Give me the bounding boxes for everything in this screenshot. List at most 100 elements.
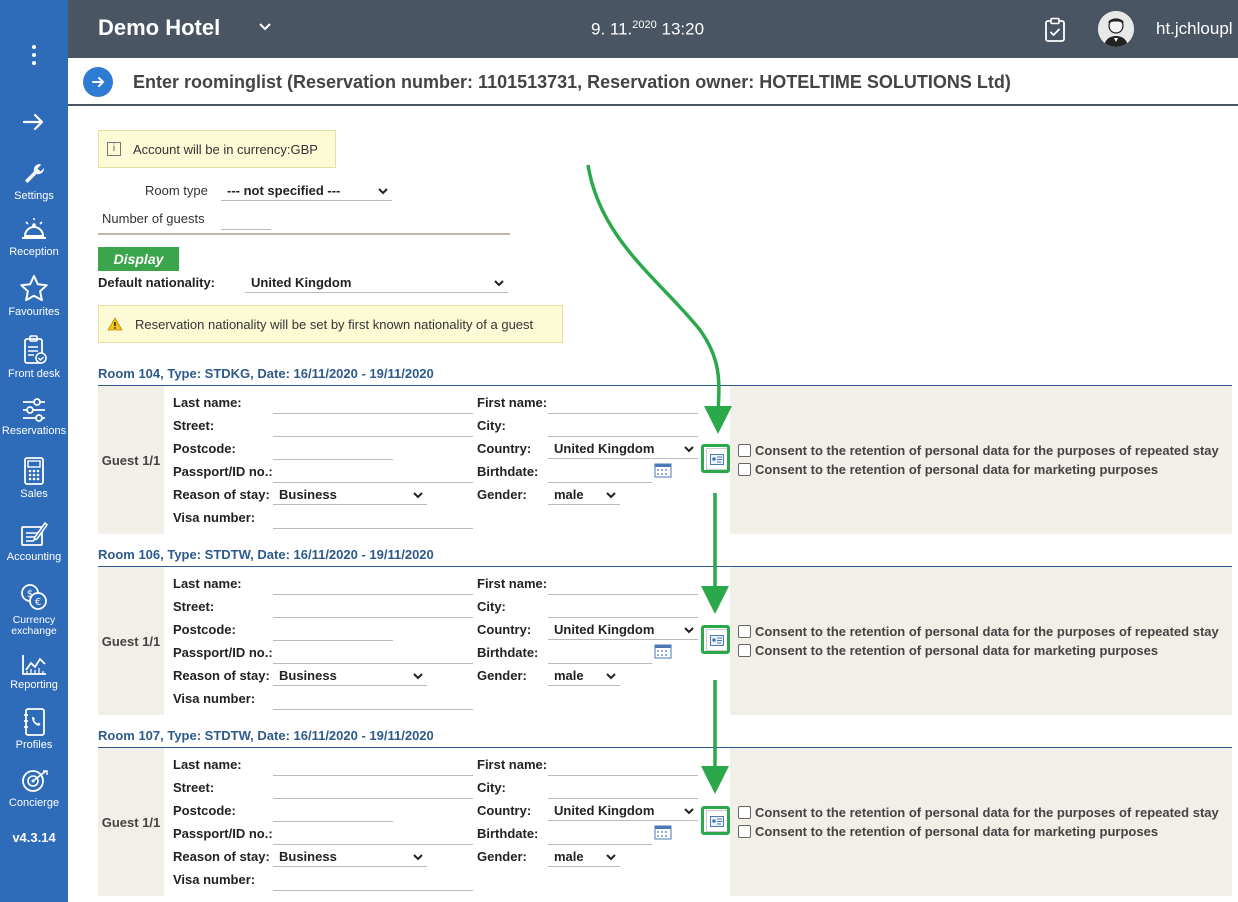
visa-input[interactable] xyxy=(273,873,473,891)
page-title-bar: Enter roominglist (Reservation number: 1… xyxy=(68,58,1238,106)
expand-arrow-icon[interactable] xyxy=(20,108,48,136)
last-name-label: Last name: xyxy=(173,757,242,772)
reason-select[interactable]: Business xyxy=(273,666,427,686)
postcode-input[interactable] xyxy=(273,623,393,641)
country-select[interactable]: United Kingdom xyxy=(548,620,698,640)
consent-marketing[interactable]: Consent to the retention of personal dat… xyxy=(738,824,1158,839)
checkbox[interactable] xyxy=(738,806,751,819)
display-button[interactable]: Display xyxy=(98,247,179,271)
highlight-box xyxy=(701,444,730,473)
sidebar-item-sales[interactable]: Sales xyxy=(0,456,68,500)
sidebar-item-favourites[interactable]: Favourites xyxy=(0,274,68,318)
gender-select[interactable]: male xyxy=(548,485,620,505)
guest-form: Last name: Street: Postcode: Passport/ID… xyxy=(164,748,730,896)
country-label: Country: xyxy=(477,622,532,637)
room-block: Guest 1/1 Last name: Street: Postcode: P… xyxy=(98,747,1232,896)
last-name-input[interactable] xyxy=(273,396,473,414)
consent-marketing[interactable]: Consent to the retention of personal dat… xyxy=(738,643,1158,658)
sidebar-item-accounting[interactable]: Accounting xyxy=(0,519,68,563)
sidebar-item-settings[interactable]: Settings xyxy=(0,160,68,202)
birthdate-input[interactable] xyxy=(548,465,652,483)
consent-repeated-stay[interactable]: Consent to the retention of personal dat… xyxy=(738,443,1219,458)
checkbox[interactable] xyxy=(738,644,751,657)
guest-label: Guest 1/1 xyxy=(101,814,161,830)
city-input[interactable] xyxy=(548,419,698,437)
calendar-icon[interactable] xyxy=(654,462,672,483)
page-title: Enter roominglist (Reservation number: 1… xyxy=(133,72,1011,92)
last-name-input[interactable] xyxy=(273,758,473,776)
visa-input[interactable] xyxy=(273,511,473,529)
highlight-box xyxy=(701,625,730,654)
consent-marketing[interactable]: Consent to the retention of personal dat… xyxy=(738,462,1158,477)
reason-label: Reason of stay: xyxy=(173,487,270,502)
city-input[interactable] xyxy=(548,600,698,618)
first-name-input[interactable] xyxy=(548,396,698,414)
street-label: Street: xyxy=(173,599,215,614)
visa-input[interactable] xyxy=(273,692,473,710)
first-name-input[interactable] xyxy=(548,758,698,776)
postcode-input[interactable] xyxy=(273,804,393,822)
arrow-right-icon[interactable] xyxy=(83,67,113,97)
checkbox[interactable] xyxy=(738,463,751,476)
concierge-icon xyxy=(22,770,48,792)
birthdate-input[interactable] xyxy=(548,827,652,845)
currency-info-box: i Account will be in currency:GBP xyxy=(98,130,336,168)
room-header: Room 104, Type: STDKG, Date: 16/11/2020 … xyxy=(98,366,434,381)
gender-select[interactable]: male xyxy=(548,666,620,686)
sidebar-item-label: Reporting xyxy=(10,679,58,691)
default-nationality-select[interactable]: United Kingdom xyxy=(245,273,508,293)
city-input[interactable] xyxy=(548,781,698,799)
star-icon xyxy=(20,275,48,302)
sidebar-item-label: Reception xyxy=(9,246,59,258)
country-select[interactable]: United Kingdom xyxy=(548,801,698,821)
passport-input[interactable] xyxy=(273,827,473,845)
checkbox[interactable] xyxy=(738,444,751,457)
street-input[interactable] xyxy=(273,600,473,618)
app-version: v4.3.14 xyxy=(12,830,56,845)
sidebar-item-currency-exchange[interactable]: $ € Currency exchange xyxy=(0,582,68,637)
country-select[interactable]: United Kingdom xyxy=(548,439,698,459)
sidebar-item-reporting[interactable]: Reporting xyxy=(0,653,68,691)
checkbox[interactable] xyxy=(738,625,751,638)
reason-select[interactable]: Business xyxy=(273,485,427,505)
reason-label: Reason of stay: xyxy=(173,668,270,683)
default-nationality-label: Default nationality: xyxy=(98,275,216,290)
last-name-input[interactable] xyxy=(273,577,473,595)
sidebar-item-concierge[interactable]: Concierge xyxy=(0,767,68,809)
postcode-input[interactable] xyxy=(273,442,393,460)
street-input[interactable] xyxy=(273,419,473,437)
task-clipboard-icon[interactable] xyxy=(1044,17,1066,43)
birthdate-input[interactable] xyxy=(548,646,652,664)
chevron-down-icon[interactable] xyxy=(258,20,272,34)
hotel-name[interactable]: Demo Hotel xyxy=(98,15,220,41)
more-menu-icon[interactable] xyxy=(26,42,42,72)
street-label: Street: xyxy=(173,780,215,795)
top-bar: Demo Hotel 9. 11.2020 13:20 ht.jchloupl xyxy=(68,0,1238,58)
consent-repeated-stay[interactable]: Consent to the retention of personal dat… xyxy=(738,805,1219,820)
sidebar-item-label: Sales xyxy=(20,488,48,500)
sidebar-item-label: Settings xyxy=(14,190,54,202)
sidebar-item-reservations[interactable]: Reservations xyxy=(0,397,68,437)
nationality-warning-box: Reservation nationality will be set by f… xyxy=(98,305,563,343)
calendar-icon[interactable] xyxy=(654,824,672,845)
checkbox[interactable] xyxy=(738,825,751,838)
avatar[interactable] xyxy=(1098,11,1134,47)
gender-select[interactable]: male xyxy=(548,847,620,867)
birthdate-label: Birthdate: xyxy=(477,464,539,479)
sidebar-item-label: Front desk xyxy=(8,368,60,380)
calendar-icon[interactable] xyxy=(654,643,672,664)
user-name[interactable]: ht.jchloupl xyxy=(1156,19,1233,39)
sidebar-item-profiles[interactable]: Profiles xyxy=(0,707,68,751)
sidebar-item-reception[interactable]: Reception xyxy=(0,216,68,258)
first-name-input[interactable] xyxy=(548,577,698,595)
passport-input[interactable] xyxy=(273,646,473,664)
sidebar: Settings Reception Favourites Front desk… xyxy=(0,0,68,902)
street-input[interactable] xyxy=(273,781,473,799)
guests-input[interactable] xyxy=(221,212,271,230)
room-type-select[interactable]: --- not specified --- xyxy=(221,181,392,201)
sidebar-item-front-desk[interactable]: Front desk xyxy=(0,334,68,380)
reason-select[interactable]: Business xyxy=(273,847,427,867)
passport-input[interactable] xyxy=(273,465,473,483)
annotation-arrow xyxy=(586,164,733,434)
consent-repeated-stay[interactable]: Consent to the retention of personal dat… xyxy=(738,624,1219,639)
